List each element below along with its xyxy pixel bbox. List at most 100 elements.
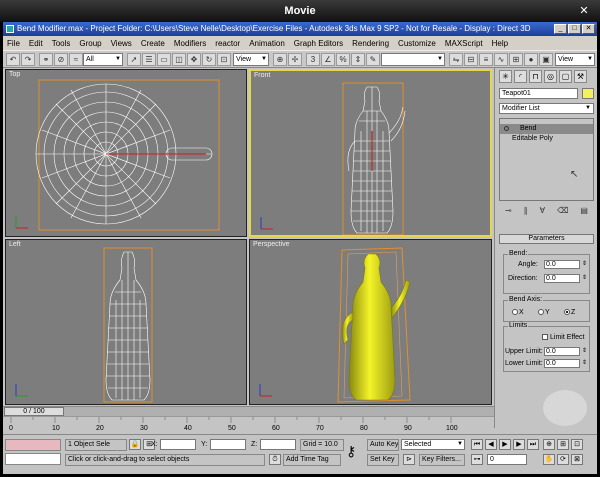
axis-z-radio[interactable]: Z — [564, 309, 575, 316]
select-move-icon[interactable]: ✥ — [187, 53, 201, 66]
reference-coordinate-dropdown[interactable]: View ▼ — [233, 53, 269, 66]
render-setup-icon[interactable]: ▣ — [539, 53, 553, 66]
menu-group[interactable]: Group — [79, 39, 101, 48]
key-mode-dropdown[interactable]: Selected ▼ — [401, 439, 465, 450]
select-object-icon[interactable]: ➚ — [127, 53, 141, 66]
z-coordinate-field[interactable] — [260, 439, 296, 450]
add-time-tag-button[interactable]: Add Time Tag — [283, 454, 341, 466]
schematic-view-icon[interactable]: ⊞ — [509, 53, 523, 66]
menu-tools[interactable]: Tools — [52, 39, 71, 48]
manipulate-icon[interactable]: ✢ — [288, 53, 302, 66]
play-icon[interactable]: ▶ — [499, 439, 511, 450]
key-mode-toggle-icon[interactable]: ⊳ — [403, 454, 415, 465]
remove-modifier-icon[interactable]: ⌫ — [557, 206, 568, 218]
set-key-button[interactable]: Set Key — [367, 454, 399, 466]
current-frame-field[interactable]: 0 — [487, 454, 527, 465]
lock-selection-icon[interactable]: 🔒 — [129, 439, 141, 450]
spinner-arrows-icon[interactable]: ⇕ — [582, 359, 587, 366]
redo-icon[interactable]: ↷ — [21, 53, 35, 66]
menu-animation[interactable]: Animation — [249, 39, 285, 48]
menu-create[interactable]: Create — [141, 39, 165, 48]
pan-icon[interactable]: ✋ — [543, 454, 555, 465]
direction-spinner[interactable]: 0.0 — [544, 274, 580, 283]
curve-editor-icon[interactable]: ∿ — [494, 53, 508, 66]
previous-frame-icon[interactable]: ◀ — [485, 439, 497, 450]
menu-file[interactable]: File — [7, 39, 20, 48]
limit-effect-checkbox[interactable]: Limit Effect — [542, 334, 585, 341]
minimize-button[interactable]: _ — [554, 24, 567, 34]
time-slider-thumb[interactable]: 0 / 100 — [4, 407, 64, 416]
next-frame-icon[interactable]: ▶ — [513, 439, 525, 450]
menu-reactor[interactable]: reactor — [215, 39, 240, 48]
outer-close-icon[interactable]: ✕ — [576, 4, 592, 18]
maxscript-listener-mini[interactable] — [5, 439, 61, 451]
orbit-icon[interactable]: ⟳ — [557, 454, 569, 465]
align-icon[interactable]: ⊟ — [464, 53, 478, 66]
goto-start-icon[interactable]: ⏮ — [471, 439, 483, 450]
menu-graph-editors[interactable]: Graph Editors — [294, 39, 343, 48]
zoom-icon[interactable]: ⊕ — [543, 439, 555, 450]
object-name-field[interactable]: Teapot01 — [499, 88, 578, 99]
snaps-toggle-icon[interactable]: 3 — [306, 53, 320, 66]
close-button[interactable]: ✕ — [582, 24, 595, 34]
stack-item-bend[interactable]: Bend — [500, 124, 593, 134]
layer-manager-icon[interactable]: ≡ — [479, 53, 493, 66]
spinner-arrows-icon[interactable]: ⇕ — [582, 260, 587, 267]
stack-item-editable-poly[interactable]: Editable Poly — [500, 134, 593, 144]
spinner-arrows-icon[interactable]: ⇕ — [582, 274, 587, 281]
hierarchy-tab-icon[interactable]: ⊓ — [529, 70, 542, 83]
bulb-icon[interactable] — [504, 126, 509, 131]
utilities-tab-icon[interactable]: ⚒ — [574, 70, 587, 83]
select-rotate-icon[interactable]: ↻ — [202, 53, 216, 66]
material-editor-icon[interactable]: ● — [524, 53, 538, 66]
time-tag-icon[interactable]: ⏱ — [269, 454, 281, 465]
viewport-top[interactable]: Top — [5, 69, 247, 237]
timeline-ruler[interactable]: 0 10 20 30 40 50 60 70 80 90 100 — [3, 416, 494, 434]
x-coordinate-field[interactable] — [160, 439, 196, 450]
show-end-result-icon[interactable]: ∥ — [524, 206, 528, 218]
select-by-name-icon[interactable]: ☰ — [142, 53, 156, 66]
render-view-dropdown[interactable]: View ▼ — [555, 53, 595, 66]
selection-region-icon[interactable]: ▭ — [157, 53, 171, 66]
menu-help[interactable]: Help — [492, 39, 508, 48]
lower-limit-spinner[interactable]: 0.0 — [544, 359, 580, 368]
make-unique-icon[interactable]: ∀ — [540, 206, 545, 218]
select-scale-icon[interactable]: ⊡ — [217, 53, 231, 66]
pin-stack-icon[interactable]: ⊸ — [505, 206, 512, 218]
configure-modifier-sets-icon[interactable]: ▤ — [580, 206, 588, 218]
selection-filter-dropdown[interactable]: All ▼ — [83, 53, 123, 66]
motion-tab-icon[interactable]: ◎ — [544, 70, 557, 83]
zoom-extents-icon[interactable]: ⊡ — [571, 439, 583, 450]
menu-maxscript[interactable]: MAXScript — [445, 39, 483, 48]
menu-views[interactable]: Views — [111, 39, 132, 48]
goto-end-icon[interactable]: ⏭ — [527, 439, 539, 450]
modifier-list-dropdown[interactable]: Modifier List ▼ — [499, 103, 594, 114]
object-color-swatch[interactable] — [582, 88, 594, 99]
window-crossing-icon[interactable]: ◫ — [172, 53, 186, 66]
menu-rendering[interactable]: Rendering — [352, 39, 389, 48]
bind-space-warp-icon[interactable]: ≈ — [69, 53, 83, 66]
zoom-all-icon[interactable]: ⊞ — [557, 439, 569, 450]
y-coordinate-field[interactable] — [210, 439, 246, 450]
modify-tab-icon[interactable]: ◜ — [514, 70, 527, 83]
parameters-rollout-header[interactable]: Parameters — [499, 234, 594, 244]
axis-x-radio[interactable]: X — [512, 309, 524, 316]
spinner-snap-icon[interactable]: ⇕ — [351, 53, 365, 66]
menu-edit[interactable]: Edit — [29, 39, 43, 48]
angle-spinner[interactable]: 0.0 — [544, 260, 580, 269]
maxscript-listener-input[interactable] — [5, 453, 61, 465]
named-selection-sets-dropdown[interactable]: ▼ — [381, 53, 445, 66]
named-selection-icon[interactable]: ✎ — [366, 53, 380, 66]
auto-key-button[interactable]: Auto Key — [367, 439, 399, 451]
menu-customize[interactable]: Customize — [398, 39, 436, 48]
unlink-icon[interactable]: ⊘ — [54, 53, 68, 66]
maximize-button[interactable]: □ — [568, 24, 581, 34]
upper-limit-spinner[interactable]: 0.0 — [544, 347, 580, 356]
spinner-arrows-icon[interactable]: ⇕ — [582, 347, 587, 354]
mirror-icon[interactable]: ⇋ — [449, 53, 463, 66]
pivot-point-icon[interactable]: ⊕ — [273, 53, 287, 66]
display-tab-icon[interactable]: ▢ — [559, 70, 572, 83]
key-mode-icon[interactable]: ⊶ — [471, 454, 483, 465]
menu-modifiers[interactable]: Modifiers — [174, 39, 206, 48]
create-tab-icon[interactable]: ✳ — [499, 70, 512, 83]
